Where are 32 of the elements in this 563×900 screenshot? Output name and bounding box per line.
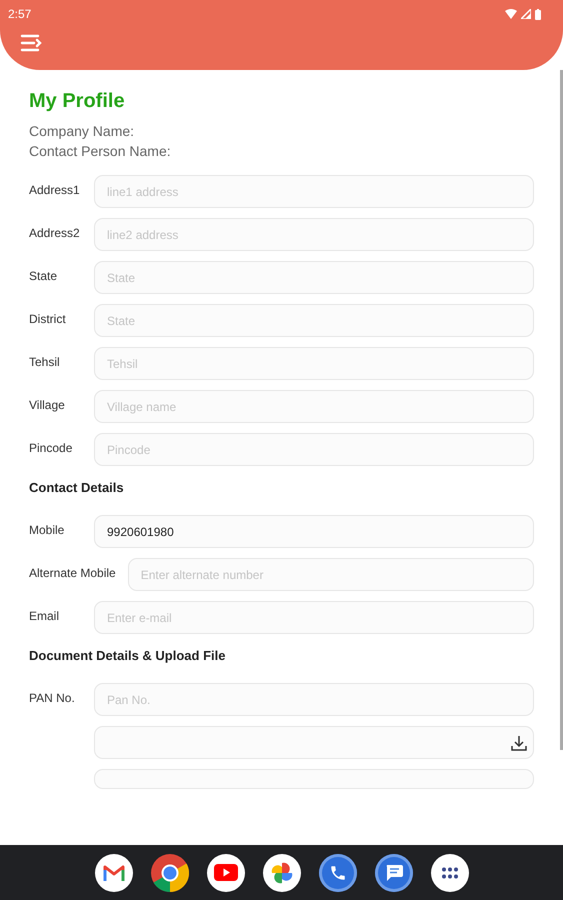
page-title: My Profile: [29, 90, 126, 113]
apps-icon[interactable]: [430, 854, 468, 892]
play-icon[interactable]: [206, 854, 244, 892]
section-heading: Contact Details: [29, 480, 125, 495]
field-label: Pincode: [29, 440, 74, 455]
menu-icon[interactable]: [20, 34, 42, 52]
wifi-icon: [505, 9, 517, 19]
field-label: District: [29, 311, 67, 326]
field-label: Tehsil: [29, 354, 61, 369]
mail-icon[interactable]: [94, 854, 132, 892]
input-field[interactable]: 9920601980: [94, 515, 534, 548]
field-label: Address1: [29, 182, 81, 197]
field-label: Mobile: [29, 522, 66, 537]
input-field[interactable]: [94, 769, 534, 789]
info-label: Company Name:: [29, 123, 136, 139]
download-icon[interactable]: [511, 735, 527, 751]
battery-icon: [535, 8, 541, 20]
field-label: Alternate Mobile: [29, 565, 116, 580]
phone-icon[interactable]: [318, 854, 356, 892]
field-label: Email: [29, 608, 60, 623]
message-icon[interactable]: [374, 854, 412, 892]
field-label: Address2: [29, 225, 81, 240]
field-label: State: [29, 268, 58, 283]
pinwheel-icon[interactable]: [262, 854, 300, 892]
info-label: Contact Person Name:: [29, 143, 172, 159]
signal-icon: [521, 9, 531, 19]
field-label: Village: [29, 397, 66, 412]
status-time: 2:57: [8, 7, 32, 21]
section-heading: Document Details & Upload File: [29, 648, 226, 663]
upload-field[interactable]: [94, 726, 534, 759]
field-label: PAN No.: [29, 690, 76, 705]
browser-icon[interactable]: [150, 854, 188, 892]
